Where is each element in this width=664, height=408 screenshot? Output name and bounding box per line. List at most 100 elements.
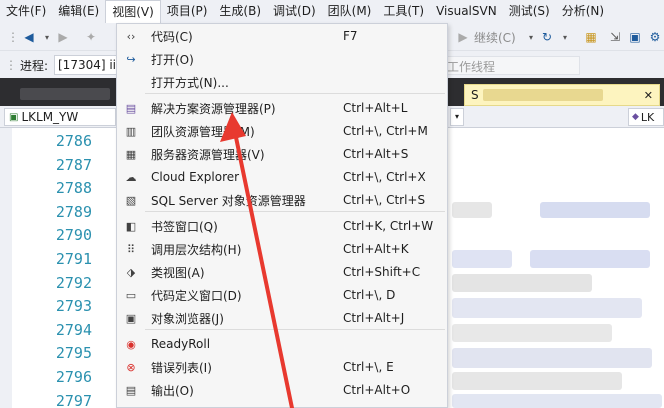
view-menu-item-shortcut: Ctrl+\, Ctrl+X xyxy=(343,170,426,184)
line-number: 2788 xyxy=(55,179,92,198)
menu-analyze[interactable]: 分析(N) xyxy=(556,0,610,23)
view-menu-item-label: 代码(C) xyxy=(151,29,193,44)
view-menu-item-shortcut: Ctrl+\, D xyxy=(343,288,396,302)
view-menu-item-label: 团队资源管理器(M) xyxy=(151,124,255,139)
blurred-code xyxy=(452,348,652,368)
view-menu-item-label: 服务器资源管理器(V) xyxy=(151,147,265,162)
blurred-code xyxy=(540,202,650,218)
type-combo[interactable]: ◆ LK xyxy=(628,108,664,126)
view-menu-item[interactable]: ⬗ 类视图(A) Ctrl+Shift+C xyxy=(117,261,447,283)
blurred-code xyxy=(452,372,622,390)
menu-tools[interactable]: 工具(T) xyxy=(377,0,430,23)
view-menu-item[interactable]: ▧ SQL Server 对象资源管理器 Ctrl+\, Ctrl+S xyxy=(117,189,447,211)
team-explorer-icon: ▥ xyxy=(125,124,137,138)
view-menu-item-shortcut: Ctrl+K, Ctrl+W xyxy=(343,219,434,233)
back-icon[interactable]: ◀ xyxy=(20,28,38,46)
process-grip-icon: ⋮ xyxy=(5,58,17,72)
continue-icon[interactable]: ▶ xyxy=(454,28,472,46)
view-menu-item-label: 输出(O) xyxy=(151,383,194,398)
menu-separator xyxy=(145,211,445,212)
menu-visualsvn[interactable]: VisualSVN xyxy=(430,0,503,23)
bookmark-toolbar-icon[interactable]: ▦ xyxy=(582,28,600,46)
forward-icon[interactable]: ▶ xyxy=(54,28,72,46)
view-menu-item-shortcut: Ctrl+\, Ctrl+M xyxy=(343,124,428,138)
debug-window-icon[interactable]: ▣ xyxy=(626,28,644,46)
view-menu-item-label: Cloud Explorer xyxy=(151,170,240,184)
tab-close-icon[interactable]: ✕ xyxy=(644,89,653,102)
view-menu-item[interactable]: 打开方式(N)... xyxy=(117,71,447,93)
view-menu-item-shortcut: Ctrl+Alt+O xyxy=(343,383,411,397)
debug-options-icon[interactable]: ⚙ xyxy=(646,28,664,46)
code-icon: ‹› xyxy=(126,29,136,43)
continue-button[interactable]: 继续(C) xyxy=(474,29,516,46)
thread-select[interactable]: 工作线程 xyxy=(440,56,580,75)
menu-view[interactable]: 视图(V) xyxy=(105,0,161,24)
view-menu-item-label: SQL Server 对象资源管理器 xyxy=(151,193,306,208)
blurred-code xyxy=(452,202,492,218)
refresh-icon[interactable]: ↻ xyxy=(538,28,556,46)
line-number: 2794 xyxy=(55,320,92,339)
menu-build[interactable]: 生成(B) xyxy=(213,0,267,23)
document-tab[interactable]: S ✕ xyxy=(464,84,660,106)
sql-server-icon: ▧ xyxy=(125,193,137,207)
view-menu-item-label: 对象浏览器(J) xyxy=(151,311,224,326)
step-icon[interactable]: ⇲ xyxy=(606,28,624,46)
view-menu-item[interactable]: ▤ 解决方案资源管理器(P) Ctrl+Alt+L xyxy=(117,97,447,119)
new-item-icon[interactable]: ✦ xyxy=(82,28,100,46)
menu-debug[interactable]: 调试(D) xyxy=(267,0,322,23)
process-label: 进程: xyxy=(20,59,49,73)
view-menu-item[interactable]: ▭ 代码定义窗口(D) Ctrl+\, D xyxy=(117,284,447,306)
object-browser-icon: ▣ xyxy=(125,311,137,325)
menu-test[interactable]: 测试(S) xyxy=(503,0,556,23)
cloud-icon: ☁ xyxy=(125,170,137,184)
view-menu-item[interactable]: ↪ 打开(O) xyxy=(117,48,447,70)
view-menu-item-shortcut: Ctrl+Alt+S xyxy=(343,147,409,161)
view-menu-item[interactable]: ▤ 输出(O) Ctrl+Alt+O xyxy=(117,379,447,401)
document-tab-label: S xyxy=(471,88,479,102)
view-menu-dropdown: ‹› 代码(C) F7 ↪ 打开(O) 打开方式(N)... ▤ 解决方案资源管理器(P) Ct… xyxy=(116,23,448,408)
project-combo-label: LKLM_YW xyxy=(21,110,79,124)
view-menu-item[interactable]: ☁ Cloud Explorer Ctrl+\, Ctrl+X xyxy=(117,166,447,188)
menu-edit[interactable]: 编辑(E) xyxy=(52,0,105,23)
line-number: 2793 xyxy=(55,297,92,316)
blurred-code xyxy=(452,324,612,342)
blurred-code xyxy=(530,250,650,268)
code-definition-icon: ▭ xyxy=(125,288,137,302)
view-menu-item[interactable]: ▣ 对象浏览器(J) Ctrl+Alt+J xyxy=(117,307,447,329)
process-select[interactable]: [17304] iis xyxy=(54,55,120,75)
view-menu-item-label: 书签窗口(Q) xyxy=(151,219,218,234)
line-number: 2787 xyxy=(55,155,92,174)
menu-project[interactable]: 项目(P) xyxy=(161,0,214,23)
solution-explorer-icon: ▤ xyxy=(125,101,137,115)
blurred-code xyxy=(452,298,642,318)
server-explorer-icon: ▦ xyxy=(125,147,137,161)
view-menu-item[interactable]: ◧ 书签窗口(Q) Ctrl+K, Ctrl+W xyxy=(117,215,447,237)
line-number: 2791 xyxy=(55,249,92,268)
readyroll-icon: ◉ xyxy=(126,337,136,351)
view-menu-item[interactable]: ▥ 团队资源管理器(M) Ctrl+\, Ctrl+M xyxy=(117,120,447,142)
refresh-dropdown-icon[interactable]: ▾ xyxy=(556,28,574,46)
view-menu-item-shortcut: Ctrl+Shift+C xyxy=(343,265,421,279)
view-menu-item[interactable]: ⊗ 错误列表(I) Ctrl+\, E xyxy=(117,356,447,378)
line-number: 2792 xyxy=(55,273,92,292)
error-list-icon: ⊗ xyxy=(126,360,136,374)
view-menu-item-label: 打开方式(N)... xyxy=(151,75,229,90)
view-menu-item[interactable]: ⠿ 调用层次结构(H) Ctrl+Alt+K xyxy=(117,238,447,260)
menu-team[interactable]: 团队(M) xyxy=(322,0,378,23)
view-menu-item[interactable]: ▦ 服务器资源管理器(V) Ctrl+Alt+S xyxy=(117,143,447,165)
member-dropdown-icon[interactable]: ▾ xyxy=(450,108,464,126)
line-number: 2796 xyxy=(55,367,92,386)
view-menu-item[interactable]: ‹› 代码(C) F7 xyxy=(117,25,447,47)
menu-separator xyxy=(145,93,445,94)
project-combo[interactable]: ▣ LKLM_YW xyxy=(4,108,116,126)
view-menu-item-shortcut: Ctrl+\, E xyxy=(343,360,394,374)
view-menu-item-label: 调用层次结构(H) xyxy=(151,242,242,257)
menu-bar: 文件(F) 编辑(E) 视图(V) 项目(P) 生成(B) 调试(D) 团队(M… xyxy=(0,0,664,24)
line-number: 2795 xyxy=(55,344,92,363)
menu-file[interactable]: 文件(F) xyxy=(0,0,52,23)
call-hierarchy-icon: ⠿ xyxy=(126,242,136,256)
bookmark-icon: ◧ xyxy=(125,219,137,233)
line-number: 2786 xyxy=(55,132,92,150)
blurred-tab xyxy=(20,88,110,100)
view-menu-item[interactable]: ◉ ReadyRoll xyxy=(117,333,447,355)
